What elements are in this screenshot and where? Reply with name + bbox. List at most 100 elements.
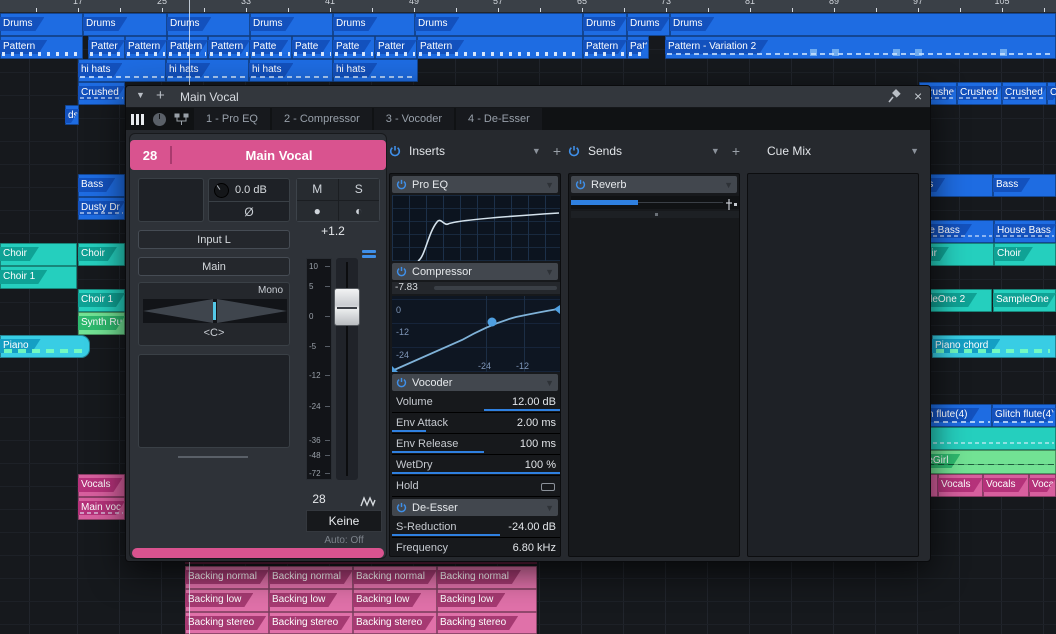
tab-pro-eq[interactable]: 1 - Pro EQ [194, 108, 270, 130]
clip[interactable]: Crushed [1047, 82, 1056, 105]
clip[interactable]: Vocals [1029, 474, 1056, 497]
clip[interactable]: Vocals [983, 474, 1029, 497]
clip[interactable]: hi hats [333, 59, 418, 82]
param-bar[interactable] [392, 430, 426, 432]
clip[interactable]: Drums [83, 13, 167, 36]
clip[interactable]: Pattern - Variation 2 [665, 36, 1056, 59]
hold-toggle[interactable] [541, 483, 555, 491]
clip[interactable]: Pattern [583, 36, 627, 59]
clip[interactable]: Patter [627, 36, 649, 59]
clip[interactable]: Vocals [78, 474, 125, 497]
param-env-release[interactable]: Env Release 100 ms [392, 435, 560, 455]
param-env-attack[interactable]: Env Attack 2.00 ms [392, 414, 560, 434]
inserts-dropdown-icon[interactable]: ▼ [532, 146, 541, 156]
clip[interactable]: Patte [250, 36, 292, 59]
chevron-down-icon[interactable]: ▼ [545, 503, 554, 513]
param-bar[interactable] [392, 534, 500, 536]
channel-strip-view-icon[interactable] [126, 108, 148, 130]
clip[interactable]: Choir [78, 243, 125, 266]
clip[interactable]: Drums [415, 13, 583, 36]
clip[interactable]: Drums [670, 13, 1056, 36]
clip[interactable]: House Bass [994, 220, 1056, 243]
gain-knob[interactable] [214, 183, 229, 198]
clip[interactable] [910, 427, 1056, 450]
clip[interactable]: Backing normal [185, 566, 269, 589]
clip[interactable]: Backing stereo [269, 612, 353, 634]
send-fader-icon[interactable] [725, 197, 737, 208]
clip[interactable]: Piano chord [932, 335, 1056, 358]
sends-power-icon[interactable] [568, 145, 580, 157]
param-s-reduction[interactable]: S-Reduction -24.00 dB [392, 518, 560, 538]
pan-mode-label[interactable]: Mono [258, 285, 283, 296]
send-level-slider[interactable] [571, 196, 739, 209]
clip[interactable]: Pattern [125, 36, 167, 59]
clip[interactable]: Choir [994, 243, 1056, 266]
clip[interactable]: Backing stereo [437, 612, 537, 634]
input-select-button[interactable]: Input L [138, 230, 290, 249]
clip[interactable]: Choir 1 [78, 289, 125, 312]
param-volume[interactable]: Volume 12.00 dB [392, 393, 560, 413]
mute-button[interactable]: M [297, 179, 338, 200]
clip[interactable]: Bass [78, 174, 125, 197]
cue-mix-dropdown-icon[interactable]: ▼ [910, 146, 919, 156]
clip[interactable]: Drums [0, 13, 83, 36]
param-frequency[interactable]: Frequency 6.80 kHz [392, 539, 560, 557]
clip[interactable]: Drums [333, 13, 415, 36]
clip[interactable]: Backing normal [269, 566, 353, 589]
clip[interactable]: Backing low [185, 589, 269, 612]
clip[interactable]: Glitch flute(4) [992, 404, 1056, 427]
clip[interactable]: Pattern [167, 36, 208, 59]
insert-compressor[interactable]: Compressor ▼ [392, 263, 558, 280]
send-reverb[interactable]: Reverb ▼ [571, 176, 737, 193]
phase-invert-button[interactable]: Ø [209, 201, 289, 221]
clip[interactable]: Crushed [957, 82, 1002, 105]
clip[interactable]: Bass [993, 174, 1056, 197]
monitor-button[interactable]: ◐ [339, 201, 380, 222]
tab-de-esser[interactable]: 4 - De-Esser [456, 108, 542, 130]
volume-fader[interactable] [336, 258, 358, 480]
clip[interactable]: meGirl [916, 450, 1056, 474]
inserts-power-icon[interactable] [389, 145, 401, 157]
inserts-add-icon[interactable]: + [553, 143, 561, 159]
eq-curve-display[interactable] [392, 195, 560, 261]
power-icon[interactable] [396, 377, 407, 388]
output-select-button[interactable]: Main [138, 257, 290, 276]
clip[interactable]: Crushed [1002, 82, 1047, 105]
automation-mode[interactable]: Auto: Off [306, 535, 382, 546]
sends-dropdown-icon[interactable]: ▼ [711, 146, 720, 156]
fader-cap[interactable] [334, 288, 360, 326]
clip[interactable]: Patter [375, 36, 417, 59]
clip[interactable]: Piano [0, 335, 90, 358]
clip[interactable]: Backing stereo [353, 612, 437, 634]
notes-box[interactable] [138, 354, 290, 448]
insert-vocoder[interactable]: Vocoder ▼ [392, 374, 558, 391]
clip[interactable]: Main voc [78, 497, 125, 520]
clip[interactable]: Backing normal [353, 566, 437, 589]
pin-icon[interactable] [886, 89, 902, 105]
solo-button[interactable]: S [339, 179, 380, 200]
power-icon[interactable] [575, 179, 586, 190]
clip[interactable]: Backing normal [437, 566, 537, 589]
add-tab-icon[interactable]: + [156, 87, 165, 104]
routing-view-icon[interactable] [170, 108, 192, 130]
knob-view-icon[interactable] [148, 108, 170, 130]
clip[interactable]: Patte [292, 36, 333, 59]
clip[interactable]: Patte [333, 36, 375, 59]
clip[interactable]: hi hats [249, 59, 333, 82]
channel-color-box[interactable] [138, 178, 204, 222]
power-icon[interactable] [396, 266, 407, 277]
clip[interactable]: hi hats [166, 59, 249, 82]
clip[interactable]: hi hats [78, 59, 166, 82]
record-arm-button[interactable]: ● [297, 201, 338, 222]
clip[interactable]: Backing low [269, 589, 353, 612]
chevron-down-icon[interactable]: ▼ [545, 180, 554, 190]
param-bar[interactable] [484, 409, 560, 411]
clip[interactable]: Choir 1 [0, 266, 77, 289]
clip[interactable]: Drums [167, 13, 250, 36]
fader-value[interactable]: +1.2 [298, 224, 368, 238]
clip[interactable]: Drums [583, 13, 627, 36]
collapse-icon[interactable]: ▼ [136, 90, 145, 100]
tab-vocoder[interactable]: 3 - Vocoder [374, 108, 454, 130]
clip[interactable]: Patter [88, 36, 125, 59]
param-hold[interactable]: Hold [392, 477, 560, 497]
